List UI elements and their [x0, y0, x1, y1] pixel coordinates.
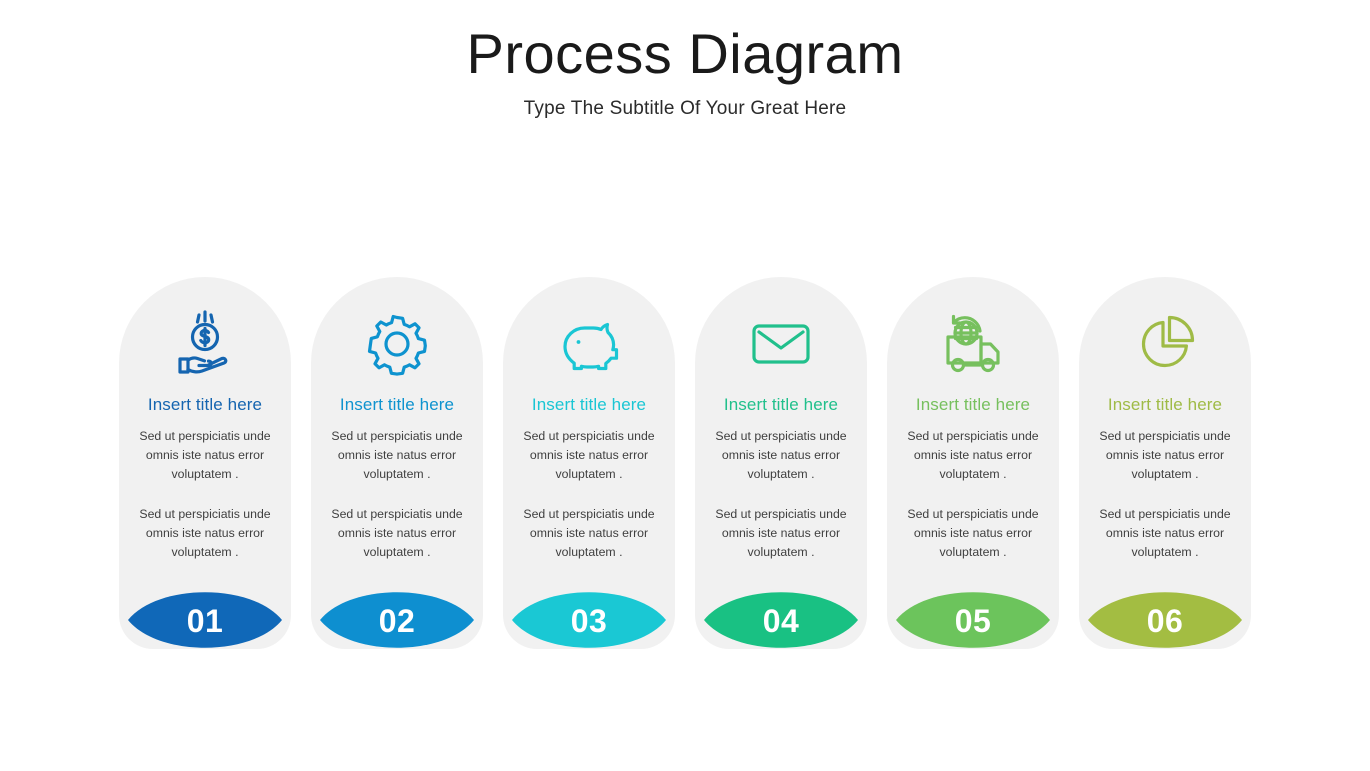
card-paragraph-2: Sed ut perspiciatis unde omnis iste natu…: [331, 507, 463, 559]
card-title: Insert title here: [1107, 395, 1223, 414]
step-number-badge[interactable]: 04: [704, 583, 858, 657]
card-paragraph-2: Sed ut perspiciatis unde omnis iste natu…: [1099, 507, 1231, 559]
delivery-truck-globe-icon: [887, 305, 1059, 383]
step-number-label: 05: [954, 602, 992, 639]
card-paragraph-2: Sed ut perspiciatis unde omnis iste natu…: [523, 507, 655, 559]
page-title: Process Diagram: [466, 22, 904, 85]
process-step-card[interactable]: Insert title here Sed ut perspiciatis und…: [1079, 277, 1251, 657]
card-title: Insert title here: [531, 395, 647, 414]
step-number-label: 03: [570, 602, 608, 639]
hand-holding-coin-icon: [119, 305, 291, 383]
process-step-card[interactable]: Insert title here Sed ut perspiciatis und…: [503, 277, 675, 657]
page-subtitle: Type The Subtitle Of Your Great Here: [523, 98, 847, 120]
step-number-badge[interactable]: 01: [128, 583, 282, 657]
card-paragraph-1: Sed ut perspiciatis unde omnis iste natu…: [1099, 429, 1231, 481]
step-number-badge[interactable]: 06: [1088, 583, 1242, 657]
card-paragraph-2: Sed ut perspiciatis unde omnis iste natu…: [715, 507, 847, 559]
step-number-label: 04: [762, 602, 800, 639]
process-step-card[interactable]: Insert title here Sed ut perspiciatis und…: [887, 277, 1059, 657]
step-number-badge[interactable]: 05: [896, 583, 1050, 657]
card-paragraph-1: Sed ut perspiciatis unde omnis iste natu…: [523, 429, 655, 481]
card-paragraph-1: Sed ut perspiciatis unde omnis iste natu…: [331, 429, 463, 481]
card-title: Insert title here: [915, 395, 1031, 414]
process-steps-row: Insert title here Sed ut perspiciatis und…: [119, 277, 1251, 657]
card-paragraph-1: Sed ut perspiciatis unde omnis iste natu…: [139, 429, 271, 481]
card-title: Insert title here: [339, 395, 455, 414]
card-paragraph-2: Sed ut perspiciatis unde omnis iste natu…: [139, 507, 271, 559]
step-number-badge[interactable]: 03: [512, 583, 666, 657]
process-step-card[interactable]: Insert title here Sed ut perspiciatis und…: [119, 277, 291, 657]
piggy-bank-icon: [503, 305, 675, 383]
card-paragraph-2: Sed ut perspiciatis unde omnis iste natu…: [907, 507, 1039, 559]
step-number-badge[interactable]: 02: [320, 583, 474, 657]
process-diagram-slide: Process Diagram Type The Subtitle Of You…: [0, 0, 1370, 771]
step-number-label: 06: [1146, 602, 1184, 639]
step-number-label: 02: [378, 602, 416, 639]
process-step-card[interactable]: Insert title here Sed ut perspiciatis und…: [695, 277, 867, 657]
pie-chart-icon: [1079, 305, 1251, 383]
step-number-label: 01: [186, 602, 224, 639]
card-title: Insert title here: [147, 395, 263, 414]
process-step-card[interactable]: Insert title here Sed ut perspiciatis und…: [311, 277, 483, 657]
card-paragraph-1: Sed ut perspiciatis unde omnis iste natu…: [715, 429, 847, 481]
card-title: Insert title here: [723, 395, 839, 414]
gear-icon: [311, 305, 483, 383]
card-paragraph-1: Sed ut perspiciatis unde omnis iste natu…: [907, 429, 1039, 481]
slide-header: Process Diagram Type The Subtitle Of You…: [0, 22, 1370, 120]
envelope-icon: [695, 305, 867, 383]
